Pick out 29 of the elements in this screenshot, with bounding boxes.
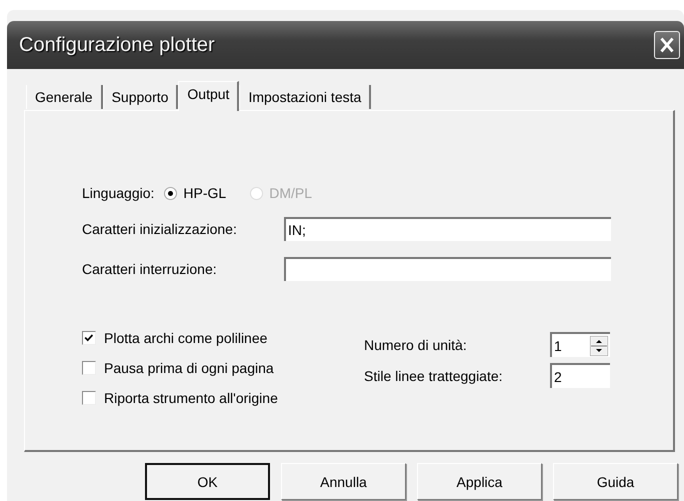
input-field[interactable] [284, 257, 611, 281]
input-field[interactable]: IN; [284, 217, 611, 241]
tab[interactable]: Generale [26, 85, 103, 109]
dialog-button[interactable]: Guida [553, 463, 678, 500]
input-field[interactable]: 2 [550, 363, 610, 388]
field-label: Numero di unità: [364, 336, 468, 352]
dialog-button[interactable]: Applica [417, 463, 542, 500]
tab[interactable]: Impostazioni testa [239, 85, 372, 109]
radio-button[interactable] [164, 186, 178, 200]
field-label: Linguaggio: [82, 185, 154, 201]
checkbox-label: Pausa prima di ogni pagina [104, 360, 274, 376]
dialog-button[interactable]: OK [145, 463, 270, 500]
field-label: Stile linee tratteggiate: [364, 368, 504, 384]
window-title: Configurazione plotter [19, 34, 216, 56]
spin-arrows-icon[interactable] [590, 336, 608, 356]
tab[interactable]: Supporto [102, 85, 178, 109]
radio-label: HP-GL [183, 185, 226, 201]
checkbox[interactable] [82, 331, 96, 345]
field-label: Caratteri interruzione: [82, 261, 218, 277]
dialog-button[interactable]: Annulla [281, 463, 406, 500]
radio-label: DM/PL [269, 185, 312, 201]
field-label: Caratteri inizializzazione: [82, 221, 238, 237]
spin-box[interactable]: 1 [550, 332, 610, 357]
checkbox[interactable] [82, 391, 96, 405]
close-icon[interactable] [654, 31, 680, 59]
checkbox[interactable] [82, 361, 96, 375]
checkbox-label: Riporta strumento all'origine [104, 390, 278, 406]
tab[interactable]: Output [178, 81, 240, 111]
checkbox-label: Plotta archi come polilinee [104, 330, 268, 346]
